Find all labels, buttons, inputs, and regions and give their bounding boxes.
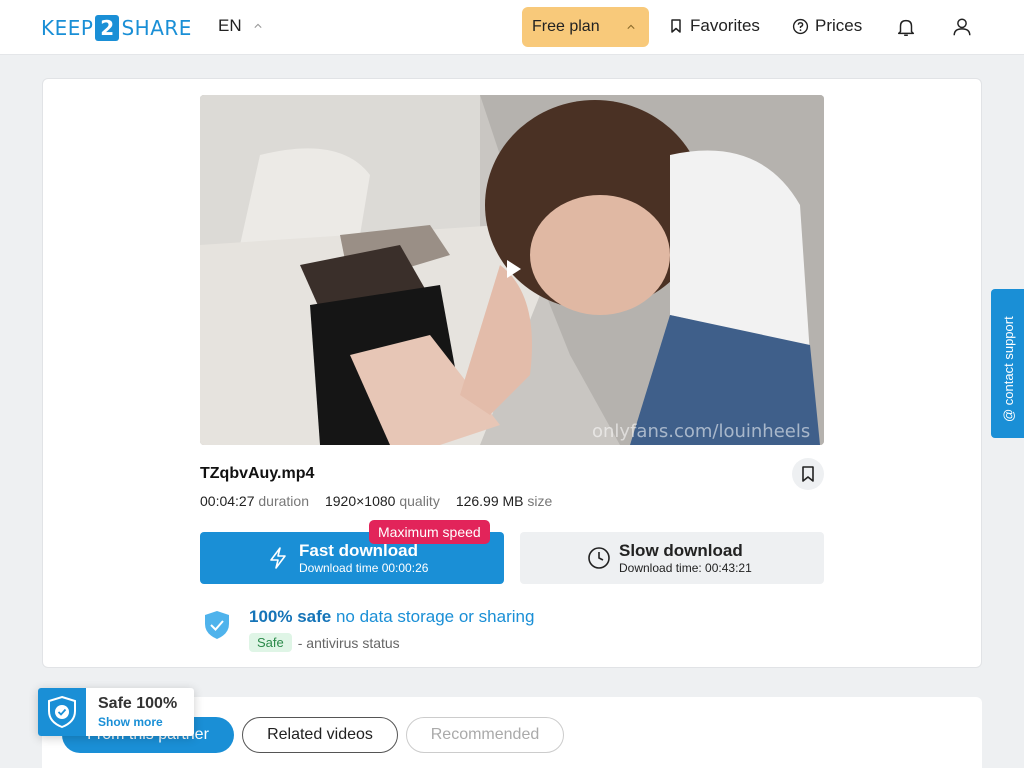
top-header: KEEP 2 SHARE EN Free plan Favorites Pric…: [0, 0, 1024, 55]
badge-show-more-link[interactable]: Show more: [98, 715, 163, 729]
slow-download-button[interactable]: Slow download Download time: 00:43:21: [520, 532, 824, 584]
badge-title: Safe 100%: [98, 695, 178, 712]
favorites-label: Favorites: [690, 16, 760, 35]
file-size: 126.99 MB size: [456, 493, 553, 509]
prices-link[interactable]: Prices: [792, 16, 862, 36]
file-quality: 1920×1080 quality: [325, 493, 440, 509]
safe-badge-widget[interactable]: Safe 100% Show more: [38, 688, 194, 736]
favorites-link[interactable]: Favorites: [668, 16, 760, 36]
safety-bold: 100% safe: [249, 607, 332, 626]
tab-related-videos[interactable]: Related videos: [242, 717, 398, 753]
antivirus-status: Safe - antivirus status: [249, 633, 400, 652]
slow-download-time: Download time: 00:43:21: [619, 561, 752, 575]
quality-label: quality: [399, 493, 440, 509]
language-label: EN: [218, 16, 242, 35]
safety-rest: no data storage or sharing: [335, 607, 535, 626]
badge-icon-box: [38, 688, 86, 736]
account-button[interactable]: [949, 14, 975, 40]
shield-check-icon: [205, 611, 229, 639]
lightning-icon: [270, 547, 286, 569]
slow-download-title: Slow download: [619, 541, 743, 560]
chevron-up-icon: [254, 23, 262, 28]
logo-number: 2: [95, 15, 120, 41]
bookmark-icon: [671, 19, 681, 33]
bookmark-icon: [802, 466, 814, 482]
play-icon[interactable]: [505, 259, 523, 279]
plan-label: Free plan: [532, 18, 600, 35]
shield-check-icon: [48, 695, 76, 729]
file-name: TZqbvAuy.mp4: [200, 465, 315, 482]
contact-support-tab[interactable]: @ contact support: [991, 289, 1024, 438]
user-icon: [953, 18, 971, 36]
size-label: size: [527, 493, 553, 509]
max-speed-badge: Maximum speed: [369, 520, 490, 544]
keep2share-logo[interactable]: KEEP 2 SHARE: [41, 15, 192, 41]
file-duration: 00:04:27 duration: [200, 493, 309, 509]
safety-statement: 100% safe no data storage or sharing: [249, 607, 534, 627]
duration-label: duration: [258, 493, 309, 509]
logo-text-left: KEEP: [41, 16, 94, 40]
quality-value: 1920×1080: [324, 493, 396, 509]
clock-icon: [588, 547, 610, 569]
tab-recommended[interactable]: Recommended: [406, 717, 564, 753]
fast-download-time: Download time 00:00:26: [299, 561, 429, 575]
logo-text-right: SHARE: [121, 16, 192, 40]
chevron-up-icon: [627, 24, 635, 29]
size-value: 126.99 MB: [455, 493, 524, 509]
bell-icon: [897, 19, 915, 36]
contact-support-label: @ contact support: [1001, 316, 1016, 422]
video-watermark: onlyfans.com/louinheels: [592, 421, 811, 442]
fast-download-title: Fast download: [299, 541, 418, 560]
help-circle-icon: [792, 18, 809, 34]
notifications-button[interactable]: [893, 14, 919, 40]
language-selector[interactable]: EN: [218, 16, 262, 36]
safe-pill: Safe: [249, 633, 292, 652]
duration-value: 00:04:27: [200, 493, 255, 509]
file-meta: 00:04:27 duration 1920×1080 quality 126.…: [200, 493, 552, 509]
add-to-favorites-button[interactable]: [792, 458, 824, 490]
prices-label: Prices: [815, 16, 863, 35]
free-plan-button[interactable]: Free plan: [522, 7, 649, 47]
antivirus-label: - antivirus status: [297, 634, 400, 651]
